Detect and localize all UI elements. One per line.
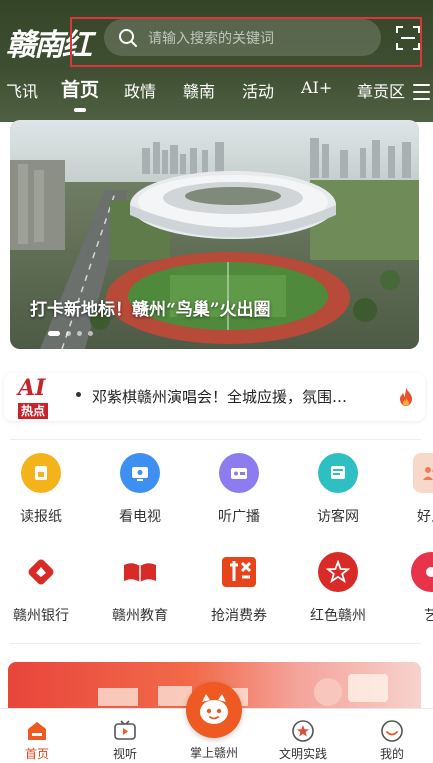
newspaper-icon bbox=[21, 453, 61, 493]
grid-item-red-ganzhou[interactable]: 红色赣州 bbox=[298, 552, 378, 625]
grid-item-coupon[interactable]: 抢消费券 bbox=[199, 552, 279, 625]
ai-hot-headline[interactable]: 邓紫棋赣州演唱会！全城应援，氛围… bbox=[92, 386, 387, 407]
grid-item-newspaper[interactable]: 读报纸 bbox=[1, 453, 81, 526]
tabbar-civilization[interactable]: 文明实践 bbox=[268, 709, 338, 762]
mascot-button[interactable] bbox=[186, 682, 242, 738]
tab-ai-plus[interactable]: AI+ bbox=[301, 78, 332, 97]
app-logo: 赣南红 bbox=[6, 28, 92, 63]
bullet-dot bbox=[76, 392, 81, 397]
menu-icon[interactable] bbox=[413, 84, 430, 100]
bank-icon bbox=[21, 552, 61, 592]
divider bbox=[10, 643, 421, 644]
divider bbox=[10, 439, 421, 440]
star-icon bbox=[318, 552, 358, 592]
profile-icon bbox=[380, 719, 404, 743]
grid-item-education[interactable]: 赣州教育 bbox=[100, 552, 180, 625]
tab-home[interactable]: 首页 bbox=[61, 75, 99, 102]
video-icon bbox=[113, 719, 137, 743]
service-grid-row-2: 赣州银行 赣州教育 抢消费券 红色赣州 艺 bbox=[0, 552, 433, 642]
search-placeholder: 请输入搜索的关键词 bbox=[148, 30, 274, 47]
nav-tabs: 飞讯 首页 政情 赣南 活动 AI+ 章贡区 bbox=[0, 72, 433, 112]
tabbar-home[interactable]: 首页 bbox=[2, 709, 72, 762]
grid-item-radio[interactable]: 听广播 bbox=[199, 453, 279, 526]
grid-item-good-people[interactable]: 好人 bbox=[391, 453, 433, 526]
search-icon bbox=[108, 19, 148, 56]
grid-item-web[interactable]: 访客网 bbox=[298, 453, 378, 526]
carousel-dot-active bbox=[48, 331, 60, 336]
radio-icon bbox=[219, 453, 259, 493]
app-screen: 赣南红 请输入搜索的关键词 飞讯 首页 政情 赣南 活动 AI+ 章贡区 打卡新… bbox=[0, 0, 433, 763]
banner-title: 打卡新地标！赣州“鸟巢”火出圈 bbox=[30, 300, 271, 320]
grid-item-art[interactable]: 艺 bbox=[391, 552, 433, 625]
carousel-dot bbox=[66, 331, 71, 336]
service-grid-row-1: 读报纸 看电视 听广播 访客网 好人 bbox=[0, 453, 433, 543]
tabbar-video[interactable]: 视听 bbox=[90, 709, 160, 762]
grid-item-bank[interactable]: 赣州银行 bbox=[1, 552, 81, 625]
carousel-dots bbox=[48, 331, 93, 336]
home-icon bbox=[25, 719, 49, 743]
ai-hot-logo: AI 热点 bbox=[18, 376, 49, 419]
tab-feixun[interactable]: 飞讯 bbox=[6, 78, 38, 102]
tab-zhengqing[interactable]: 政情 bbox=[124, 78, 156, 102]
tab-zhanggong[interactable]: 章贡区 bbox=[357, 78, 405, 102]
tabbar-profile[interactable]: 我的 bbox=[357, 709, 427, 762]
tab-gannan[interactable]: 赣南 bbox=[183, 78, 215, 102]
ai-hot-news-bar[interactable]: AI 热点 邓紫棋赣州演唱会！全城应援，氛围… bbox=[4, 373, 425, 421]
tab-huodong[interactable]: 活动 bbox=[242, 78, 274, 102]
search-input[interactable]: 请输入搜索的关键词 bbox=[104, 19, 381, 56]
flame-icon bbox=[398, 387, 414, 407]
carousel-dot bbox=[88, 331, 93, 336]
header: 赣南红 请输入搜索的关键词 飞讯 首页 政情 赣南 活动 AI+ 章贡区 bbox=[0, 0, 433, 122]
people-icon bbox=[413, 453, 433, 493]
scan-icon[interactable] bbox=[395, 25, 421, 51]
carousel-dot bbox=[77, 331, 82, 336]
grid-item-tv[interactable]: 看电视 bbox=[100, 453, 180, 526]
active-tab-indicator bbox=[74, 108, 86, 112]
coupon-icon bbox=[219, 552, 259, 592]
mascot-icon bbox=[200, 694, 228, 724]
badge-icon bbox=[291, 719, 315, 743]
art-icon bbox=[411, 552, 433, 592]
hero-banner[interactable]: 打卡新地标！赣州“鸟巢”火出圈 bbox=[10, 120, 419, 349]
book-icon bbox=[120, 552, 160, 592]
tabbar-mascot-label[interactable]: 掌上赣州 bbox=[176, 744, 252, 761]
web-icon bbox=[318, 453, 358, 493]
tv-icon bbox=[120, 453, 160, 493]
